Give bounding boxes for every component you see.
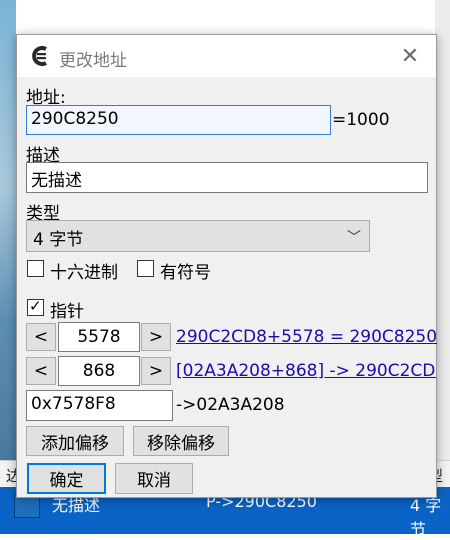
change-address-dialog: 更改地址 ✕ 地址: 290C8250 =1000 描述 无描述 类型 4 字节… bbox=[16, 34, 437, 498]
offset-2-decrement-button[interactable]: < bbox=[26, 357, 56, 385]
type-select[interactable]: 4 字节 ﹀ bbox=[26, 220, 370, 252]
signed-label: 有符号 bbox=[160, 263, 211, 283]
offset-1-result-link[interactable]: 290C2CD8+5578 = 290C8250 bbox=[176, 327, 437, 347]
offset-2-input[interactable]: 868 bbox=[58, 356, 140, 386]
checkmark-icon: ✓ bbox=[29, 297, 42, 315]
offset-1-increment-button[interactable]: > bbox=[141, 323, 171, 351]
base-address-result: ->02A3A208 bbox=[176, 395, 285, 415]
offset-1-decrement-button[interactable]: < bbox=[26, 323, 56, 351]
hex-checkbox[interactable] bbox=[27, 260, 44, 277]
description-input[interactable]: 无描述 bbox=[26, 162, 428, 193]
offset-1-input[interactable]: 5578 bbox=[58, 322, 140, 352]
title-bar[interactable]: 更改地址 ✕ bbox=[17, 35, 436, 77]
pointer-label: 指针 bbox=[50, 302, 84, 322]
chevron-down-icon: ﹀ bbox=[347, 230, 361, 246]
base-address-input[interactable]: 0x7578F8 bbox=[26, 390, 173, 421]
type-select-value: 4 字节 bbox=[33, 230, 84, 250]
hex-label: 十六进制 bbox=[50, 263, 118, 283]
remove-offset-button[interactable]: 移除偏移 bbox=[133, 426, 229, 456]
cancel-button[interactable]: 取消 bbox=[115, 463, 193, 494]
signed-checkbox[interactable] bbox=[137, 260, 154, 277]
background-window-edge-right bbox=[435, 0, 450, 534]
row-type: 4 字节 bbox=[410, 496, 442, 539]
address-value-result: =1000 bbox=[332, 110, 390, 130]
close-icon: ✕ bbox=[400, 43, 420, 69]
offset-2-increment-button[interactable]: > bbox=[141, 357, 171, 385]
add-offset-button[interactable]: 添加偏移 bbox=[26, 426, 124, 456]
cheat-engine-icon bbox=[30, 45, 52, 67]
offset-2-result-link[interactable]: [02A3A208+868] -> 290C2CD8 bbox=[176, 361, 436, 381]
close-button[interactable]: ✕ bbox=[393, 41, 427, 71]
pointer-checkbox[interactable]: ✓ bbox=[27, 297, 44, 316]
address-input[interactable]: 290C8250 bbox=[26, 105, 331, 135]
background-window-edge bbox=[0, 0, 16, 534]
ok-button[interactable]: 确定 bbox=[27, 463, 106, 494]
dialog-title: 更改地址 bbox=[59, 51, 127, 71]
